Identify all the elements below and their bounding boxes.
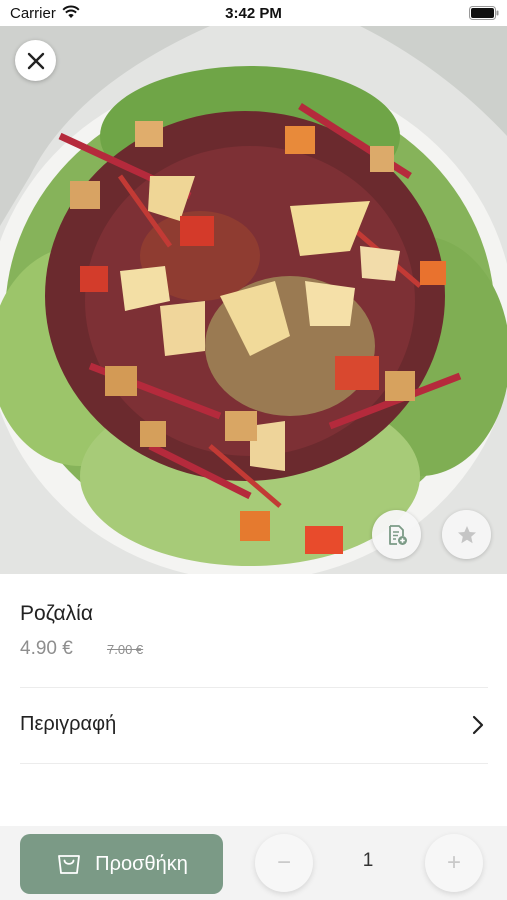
chevron-right-icon <box>472 715 484 735</box>
close-button[interactable] <box>15 40 56 81</box>
favorite-button[interactable] <box>442 510 491 559</box>
decrease-quantity-button[interactable]: − <box>255 834 313 892</box>
description-label: Περιγραφή <box>20 713 117 735</box>
shopping-bag-icon <box>58 855 81 874</box>
salad-photo <box>0 26 507 574</box>
add-to-cart-label: Προσθήκη <box>95 852 188 875</box>
status-time: 3:42 PM <box>225 5 282 22</box>
battery-icon <box>469 6 499 20</box>
quantity-value: 1 <box>362 850 374 871</box>
product-info: Ροζαλία 4.90 € 7.00 € Περιγραφή <box>0 574 507 826</box>
bottom-cart-bar: Προσθήκη − 1 + <box>0 826 507 900</box>
note-add-icon <box>388 524 407 545</box>
product-image <box>0 26 507 574</box>
add-note-button[interactable] <box>372 510 421 559</box>
description-row[interactable]: Περιγραφή <box>0 689 507 762</box>
close-icon <box>27 52 44 69</box>
star-icon <box>457 525 476 543</box>
add-to-cart-button[interactable]: Προσθήκη <box>20 834 223 894</box>
product-name: Ροζαλία <box>20 602 93 625</box>
divider <box>20 763 488 764</box>
product-price: 4.90 € <box>20 638 73 659</box>
status-bar: Carrier 3:42 PM <box>0 0 507 26</box>
increase-quantity-button[interactable]: + <box>425 834 483 892</box>
divider <box>20 687 488 688</box>
product-old-price: 7.00 € <box>107 642 144 657</box>
